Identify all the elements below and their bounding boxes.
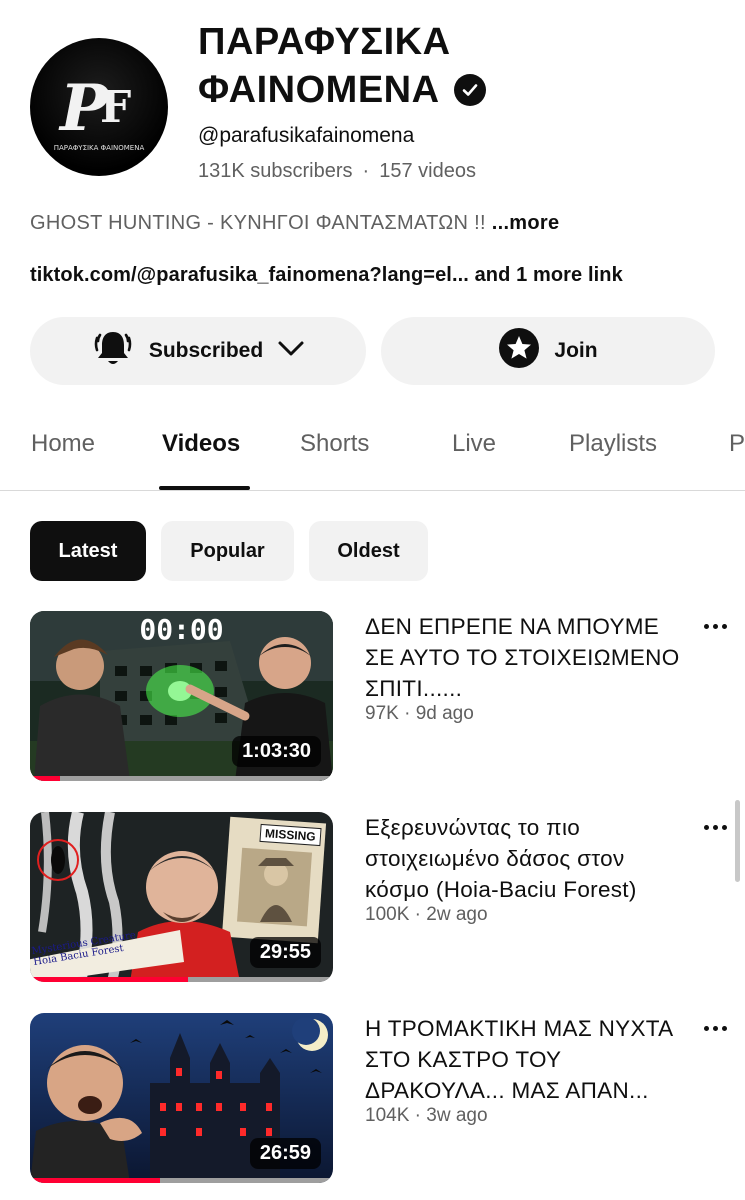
channel-name-line1: ΠΑΡΑΦΥΣΙΚΑ bbox=[198, 21, 451, 63]
channel-name: ΠΑΡΑΦΥΣΙΚΑ ΦΑΙΝΟΜΕΝΑ bbox=[198, 18, 718, 114]
channel-name-line2: ΦΑΙΝΟΜΕΝΑ bbox=[198, 69, 440, 111]
subscribed-label: Subscribed bbox=[148, 339, 264, 362]
video-meta: 100K · 2w ago bbox=[365, 904, 488, 925]
more-options-icon[interactable] bbox=[703, 820, 727, 834]
channel-logo: P F ΠΑΡΑΦΥΣΙΚΑ ΦΑΙΝΟΜΕΝΑ bbox=[54, 71, 145, 152]
video-duration: 26:59 bbox=[249, 1138, 321, 1169]
subscribed-button[interactable]: Subscribed bbox=[30, 317, 366, 385]
tab-videos[interactable]: Videos bbox=[162, 430, 240, 458]
video-item[interactable]: 26:59 Η ΤΡΟΜΑΚΤΙΚΗ ΜΑΣ ΝΥΧΤΑ ΣΤΟ ΚΑΣΤΡΟ … bbox=[30, 1013, 745, 1185]
active-tab-indicator bbox=[159, 486, 250, 490]
more-options-icon[interactable] bbox=[703, 1021, 727, 1035]
channel-description[interactable]: GHOST HUNTING - ΚΥΝΗΓΟΙ ΦΑΝΤΑΣΜΑΤΩΝ !! .… bbox=[30, 212, 559, 235]
video-item[interactable]: 00:00 1:03:30 ΔΕΝ ΕΠΡΕΠΕ ΝΑ ΜΠΟΥΜΕ ΣΕ ΑΥ… bbox=[30, 611, 745, 783]
more-options-icon[interactable] bbox=[703, 619, 727, 633]
watch-progress bbox=[30, 776, 333, 781]
join-button[interactable]: Join bbox=[381, 317, 715, 385]
watch-progress-fill bbox=[30, 776, 61, 781]
subscriber-count: 131K subscribers bbox=[198, 160, 353, 182]
more-link[interactable]: ...more bbox=[492, 212, 560, 234]
tab-posts-partial[interactable]: P bbox=[729, 430, 745, 458]
video-title[interactable]: Η ΤΡΟΜΑΚΤΙΚΗ ΜΑΣ ΝΥΧΤΑ ΣΤΟ ΚΑΣΤΡΟ ΤΟΥ ΔΡ… bbox=[365, 1013, 695, 1106]
channel-handle: @parafusikafainomena bbox=[198, 124, 415, 147]
video-thumbnail[interactable]: 00:00 1:03:30 bbox=[30, 611, 333, 781]
watch-progress-fill bbox=[30, 977, 188, 982]
watch-progress bbox=[30, 977, 333, 982]
bell-icon bbox=[91, 326, 135, 376]
video-thumbnail[interactable]: 26:59 bbox=[30, 1013, 333, 1183]
tab-live[interactable]: Live bbox=[452, 430, 496, 458]
video-duration: 29:55 bbox=[249, 937, 321, 968]
video-duration: 1:03:30 bbox=[232, 736, 321, 767]
tab-home[interactable]: Home bbox=[31, 430, 95, 458]
scrollbar[interactable] bbox=[735, 800, 740, 882]
video-thumbnail[interactable]: MISSING Mysterious Creature Hoia Baciu F… bbox=[30, 812, 333, 982]
watch-progress bbox=[30, 1178, 333, 1183]
join-label: Join bbox=[554, 339, 598, 362]
channel-links[interactable]: tiktok.com/@parafusika_fainomena?lang=el… bbox=[30, 264, 623, 287]
video-title[interactable]: Εξερευνώντας το πιο στοιχειωμένο δάσος σ… bbox=[365, 812, 695, 905]
avatar-caption: ΠΑΡΑΦΥΣΙΚΑ ΦΑΙΝΟΜΕΝΑ bbox=[54, 144, 145, 152]
channel-tabs: Home Videos Shorts Live Playlists P bbox=[0, 420, 745, 491]
channel-stats: 131K subscribers · 157 videos bbox=[198, 160, 476, 182]
filter-latest[interactable]: Latest bbox=[30, 521, 146, 581]
verified-badge-icon bbox=[453, 74, 486, 106]
timer-overlay-text: 00:00 bbox=[139, 613, 224, 646]
video-count: 157 videos bbox=[379, 160, 476, 182]
tab-shorts[interactable]: Shorts bbox=[300, 430, 369, 458]
video-meta: 104K · 3w ago bbox=[365, 1105, 488, 1126]
video-item[interactable]: MISSING Mysterious Creature Hoia Baciu F… bbox=[30, 812, 745, 984]
video-title[interactable]: ΔΕΝ ΕΠΡΕΠΕ ΝΑ ΜΠΟΥΜΕ ΣΕ ΑΥΤΟ ΤΟ ΣΤΟΙΧΕΙΩ… bbox=[365, 611, 695, 704]
svg-text:F: F bbox=[100, 82, 131, 133]
watch-progress-fill bbox=[30, 1178, 161, 1183]
description-text: GHOST HUNTING - ΚΥΝΗΓΟΙ ΦΑΝΤΑΣΜΑΤΩΝ !! bbox=[30, 212, 486, 234]
filter-popular[interactable]: Popular bbox=[161, 521, 294, 581]
channel-avatar[interactable]: P F ΠΑΡΑΦΥΣΙΚΑ ΦΑΙΝΟΜΕΝΑ bbox=[30, 38, 168, 176]
star-badge-icon bbox=[498, 327, 540, 375]
filter-oldest[interactable]: Oldest bbox=[309, 521, 428, 581]
tab-playlists[interactable]: Playlists bbox=[569, 430, 657, 458]
chevron-down-icon bbox=[277, 338, 305, 364]
video-meta: 97K · 9d ago bbox=[365, 703, 474, 724]
